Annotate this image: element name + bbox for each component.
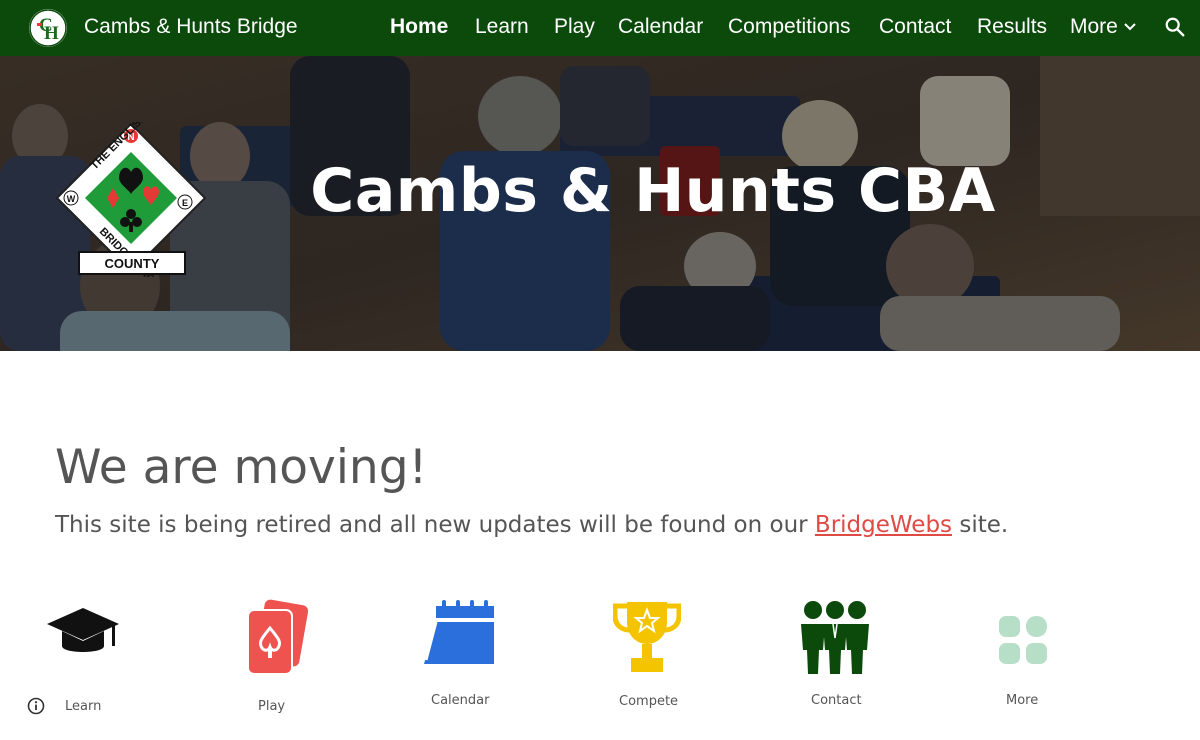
info-icon[interactable] <box>27 697 45 715</box>
tile-more-label[interactable]: More <box>1006 693 1038 708</box>
tile-more[interactable] <box>973 598 1073 666</box>
nav-item-calendar[interactable]: Calendar <box>618 15 703 39</box>
nav-item-more-label: More <box>1070 15 1118 38</box>
people-icon <box>801 601 869 674</box>
moving-notice-text-after: site. <box>952 512 1009 538</box>
tile-compete-label[interactable]: Compete <box>619 694 678 709</box>
nav-item-play[interactable]: Play <box>554 15 595 39</box>
moving-notice: This site is being retired and all new u… <box>55 512 1008 538</box>
chevron-down-icon <box>1124 23 1136 31</box>
svg-text:H: H <box>44 23 59 44</box>
nav-item-home[interactable]: Home <box>390 15 448 39</box>
search-icon[interactable] <box>1164 16 1186 38</box>
tile-contact[interactable] <box>785 598 885 676</box>
grid-icon <box>999 616 1047 664</box>
moving-notice-text-before: This site is being retired and all new u… <box>55 512 815 538</box>
bridgewebs-link[interactable]: BridgeWebs <box>815 512 952 538</box>
hero-banner: N E W THE ENGLISH BRIDGE UNION COUNTY Ca… <box>0 56 1200 351</box>
tile-learn-label[interactable]: Learn <box>65 699 101 714</box>
tile-play[interactable] <box>221 598 321 678</box>
tile-learn[interactable] <box>33 598 133 658</box>
nav-item-more[interactable]: More <box>1070 15 1136 39</box>
nav-item-learn[interactable]: Learn <box>475 15 529 39</box>
playing-cards-icon <box>247 599 308 675</box>
page-heading: We are moving! <box>55 440 428 495</box>
nav-item-competitions[interactable]: Competitions <box>728 15 851 39</box>
top-navigation-bar: C H Cambs & Hunts Bridge Home Learn Play… <box>0 0 1200 56</box>
graduation-cap-icon <box>47 608 119 652</box>
trophy-icon <box>613 602 681 672</box>
nav-item-results[interactable]: Results <box>977 15 1047 39</box>
tile-calendar-label[interactable]: Calendar <box>431 693 489 708</box>
logo-county-badge: COUNTY <box>105 256 160 271</box>
tile-contact-label[interactable]: Contact <box>811 693 862 708</box>
site-title[interactable]: Cambs & Hunts Bridge <box>84 15 298 39</box>
site-logo[interactable]: C H <box>29 9 67 47</box>
calendar-icon <box>424 600 494 664</box>
tile-calendar[interactable] <box>410 598 510 670</box>
tile-play-label[interactable]: Play <box>258 699 285 714</box>
tile-compete[interactable] <box>597 598 697 676</box>
nav-item-contact[interactable]: Contact <box>879 15 951 39</box>
site-logo-icon: C H <box>29 9 67 47</box>
hero-title: Cambs & Hunts CBA <box>310 156 996 226</box>
